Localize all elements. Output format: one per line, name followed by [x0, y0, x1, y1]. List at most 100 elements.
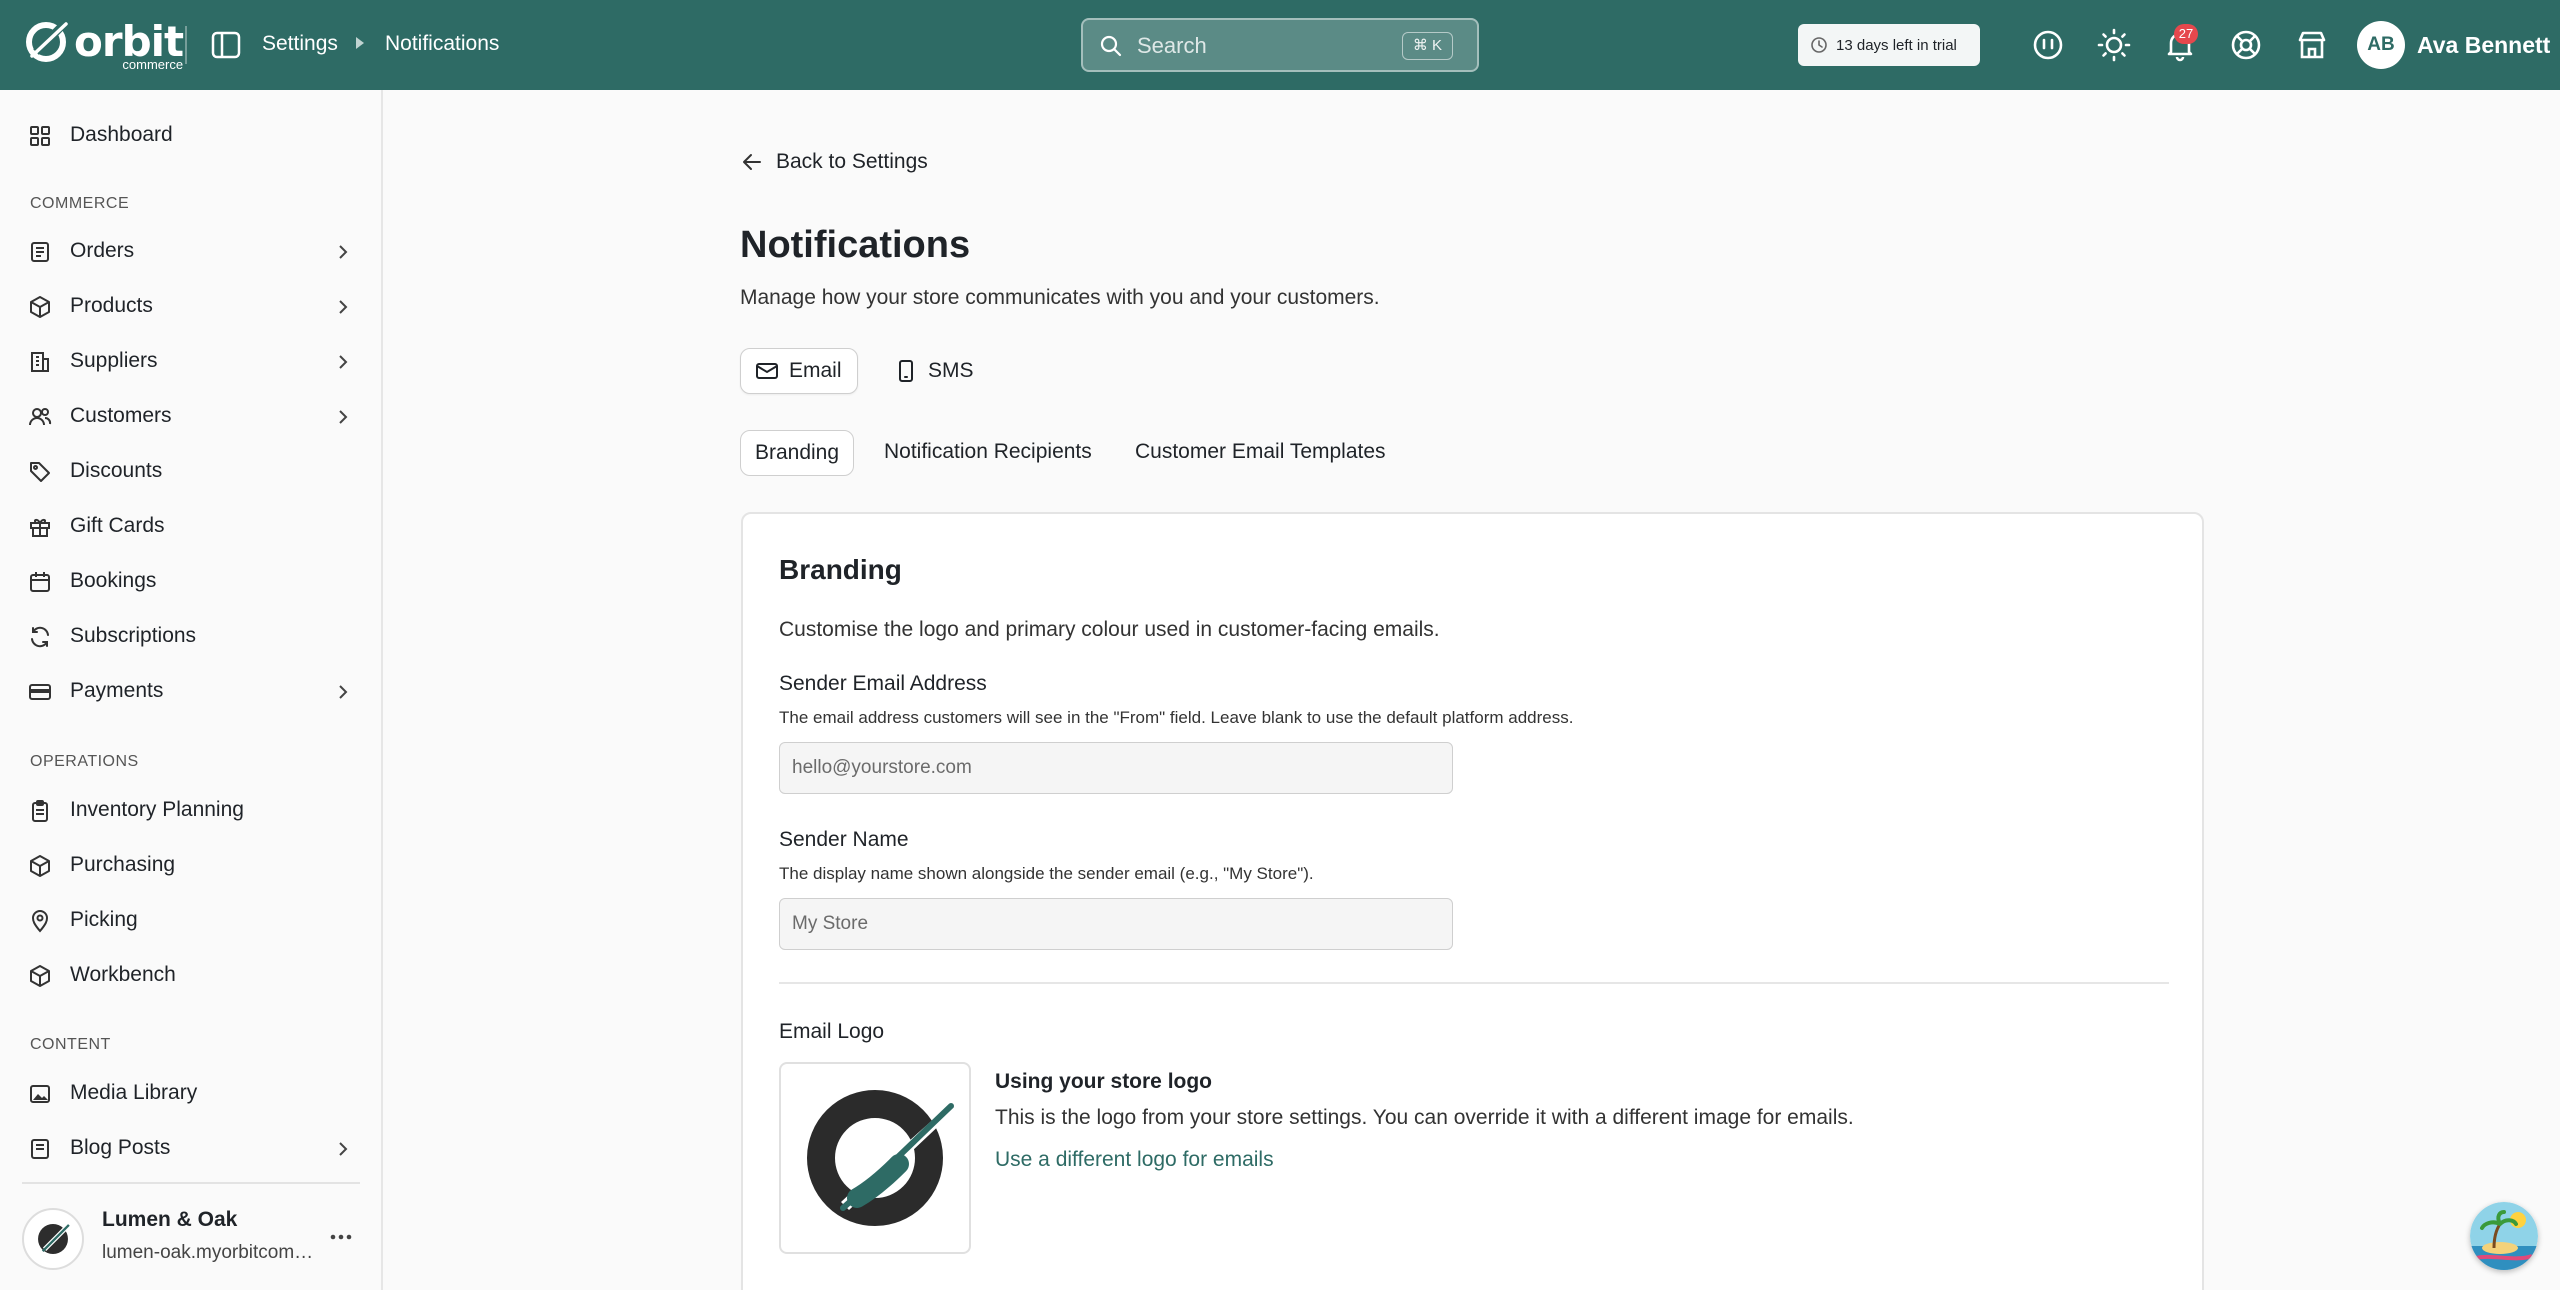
sidebar-item-label: Bookings — [70, 569, 157, 592]
breadcrumb-current: Notifications — [385, 32, 500, 55]
sender-name-help: The display name shown alongside the sen… — [779, 864, 1314, 883]
brand-logo[interactable]: orbit commerce — [22, 17, 184, 72]
tab-sms[interactable]: SMS — [880, 348, 990, 394]
sidebar: Dashboard COMMERCE Orders Products Suppl… — [0, 90, 383, 1290]
sidebar-item-customers[interactable]: Customers — [0, 392, 383, 442]
store-switcher[interactable]: Lumen & Oak lumen-oak.myorbitcommerce.co… — [22, 1202, 362, 1278]
chevron-right-icon — [339, 410, 348, 424]
breadcrumb-separator-icon — [356, 37, 364, 49]
sidebar-item-media-library[interactable]: Media Library — [0, 1069, 383, 1119]
clock-icon — [1811, 37, 1827, 53]
avatar[interactable]: AB — [2357, 21, 2405, 69]
page-title: Notifications — [740, 224, 971, 266]
email-logo-label: Email Logo — [779, 1020, 885, 1043]
sidebar-item-purchasing[interactable]: Purchasing — [0, 841, 383, 891]
sun-icon[interactable] — [2096, 27, 2132, 63]
mail-icon — [756, 363, 778, 379]
sidebar-item-bookings[interactable]: Bookings — [0, 557, 383, 607]
help-icon[interactable] — [2228, 27, 2264, 63]
sidebar-item-blog-posts[interactable]: Blog Posts — [0, 1124, 383, 1166]
email-logo-preview — [779, 1062, 971, 1254]
trial-badge[interactable]: 13 days left in trial — [1798, 24, 1980, 66]
assistant-launcher-button[interactable] — [2470, 1202, 2538, 1270]
tab-label: Email — [789, 359, 842, 382]
document-icon — [31, 1139, 49, 1159]
pin-icon — [31, 910, 49, 933]
building-icon — [31, 352, 49, 372]
email-logo-title: Using your store logo — [995, 1070, 1213, 1093]
sidebar-item-label: Inventory Planning — [70, 798, 244, 821]
sidebar-item-subscriptions[interactable]: Subscriptions — [0, 612, 383, 662]
sidebar-item-label: Subscriptions — [70, 624, 197, 647]
branding-card: Branding Customise the logo and primary … — [741, 512, 2204, 1290]
search-shortcut: ⌘ K — [1401, 32, 1453, 60]
brand-wordmark: orbit commerce — [74, 17, 184, 72]
tab-branding[interactable]: Branding — [740, 430, 854, 476]
sidebar-item-discounts[interactable]: Discounts — [0, 447, 383, 497]
sender-email-field[interactable] — [779, 742, 1453, 794]
tab-customer-email-templates[interactable]: Customer Email Templates — [1135, 430, 1386, 476]
sender-email-help: The email address customers will see in … — [779, 708, 1574, 727]
sidebar-item-workbench[interactable]: Workbench — [0, 951, 383, 1001]
sidebar-item-label: Products — [70, 294, 153, 317]
dashboard-icon — [30, 126, 50, 146]
calendar-icon — [30, 572, 50, 592]
more-icon[interactable] — [328, 1224, 354, 1250]
chevron-right-icon — [339, 300, 348, 314]
sidebar-item-label: Customers — [70, 404, 172, 427]
sidebar-item-label: Suppliers — [70, 349, 158, 372]
brand-name: orbit — [74, 17, 184, 66]
tab-email[interactable]: Email — [740, 348, 858, 394]
island-icon — [2470, 1202, 2538, 1270]
clipboard-icon — [32, 800, 48, 822]
back-to-settings-link[interactable]: Back to Settings — [740, 150, 928, 174]
section-label-operations: OPERATIONS — [30, 753, 139, 770]
feedback-icon[interactable] — [2030, 27, 2066, 63]
section-label-content: CONTENT — [30, 1036, 111, 1053]
sidebar-item-picking[interactable]: Picking — [0, 896, 383, 946]
image-icon — [30, 1085, 50, 1103]
sidebar-item-gift-cards[interactable]: Gift Cards — [0, 502, 383, 552]
brand-sub: commerce — [122, 57, 184, 72]
store-icon[interactable] — [2294, 27, 2330, 63]
sender-name-field[interactable] — [779, 898, 1453, 950]
use-different-logo-link[interactable]: Use a different logo for emails — [995, 1148, 1274, 1172]
breadcrumb-settings[interactable]: Settings — [262, 32, 338, 56]
sidebar-item-inventory-planning[interactable]: Inventory Planning — [0, 786, 383, 836]
card-title: Branding — [779, 554, 902, 585]
card-subtitle: Customise the logo and primary colour us… — [779, 618, 1440, 641]
sidebar-toggle-icon[interactable] — [210, 30, 242, 60]
sidebar-item-orders[interactable]: Orders — [0, 227, 383, 277]
card-divider — [779, 982, 2169, 984]
store-name: Lumen & Oak — [102, 1208, 238, 1231]
sidebar-item-products[interactable]: Products — [0, 282, 383, 332]
orbit-logo-icon — [26, 22, 68, 62]
sender-email-label: Sender Email Address — [779, 672, 987, 695]
store-logo-icon — [807, 1090, 954, 1226]
sidebar-item-label: Discounts — [70, 459, 163, 482]
sidebar-divider — [22, 1182, 360, 1184]
user-name[interactable]: Ava Bennett — [2417, 32, 2550, 59]
gift-icon — [30, 519, 50, 537]
sidebar-item-label: Orders — [70, 239, 135, 262]
email-logo-description: This is the logo from your store setting… — [995, 1106, 1854, 1129]
users-icon — [29, 408, 52, 426]
sidebar-item-label: Payments — [70, 679, 164, 702]
sidebar-item-label: Media Library — [70, 1081, 198, 1104]
back-label: Back to Settings — [776, 150, 928, 173]
sidebar-item-label: Purchasing — [70, 853, 176, 876]
sidebar-item-label: Gift Cards — [70, 514, 165, 537]
sidebar-item-payments[interactable]: Payments — [0, 667, 383, 717]
refresh-icon — [31, 626, 49, 648]
sidebar-item-dashboard[interactable]: Dashboard — [0, 111, 383, 161]
sidebar-item-label: Dashboard — [70, 123, 173, 146]
search-box[interactable]: ⌘ K — [1081, 18, 1479, 72]
sidebar-item-suppliers[interactable]: Suppliers — [0, 337, 383, 387]
search-input[interactable] — [1137, 32, 1377, 60]
tab-notification-recipients[interactable]: Notification Recipients — [884, 430, 1092, 476]
store-logo-icon — [22, 1208, 84, 1270]
section-label-commerce: COMMERCE — [30, 195, 130, 212]
box-icon — [30, 965, 50, 987]
sidebar-item-label: Workbench — [70, 963, 176, 986]
search-icon — [1100, 35, 1122, 57]
